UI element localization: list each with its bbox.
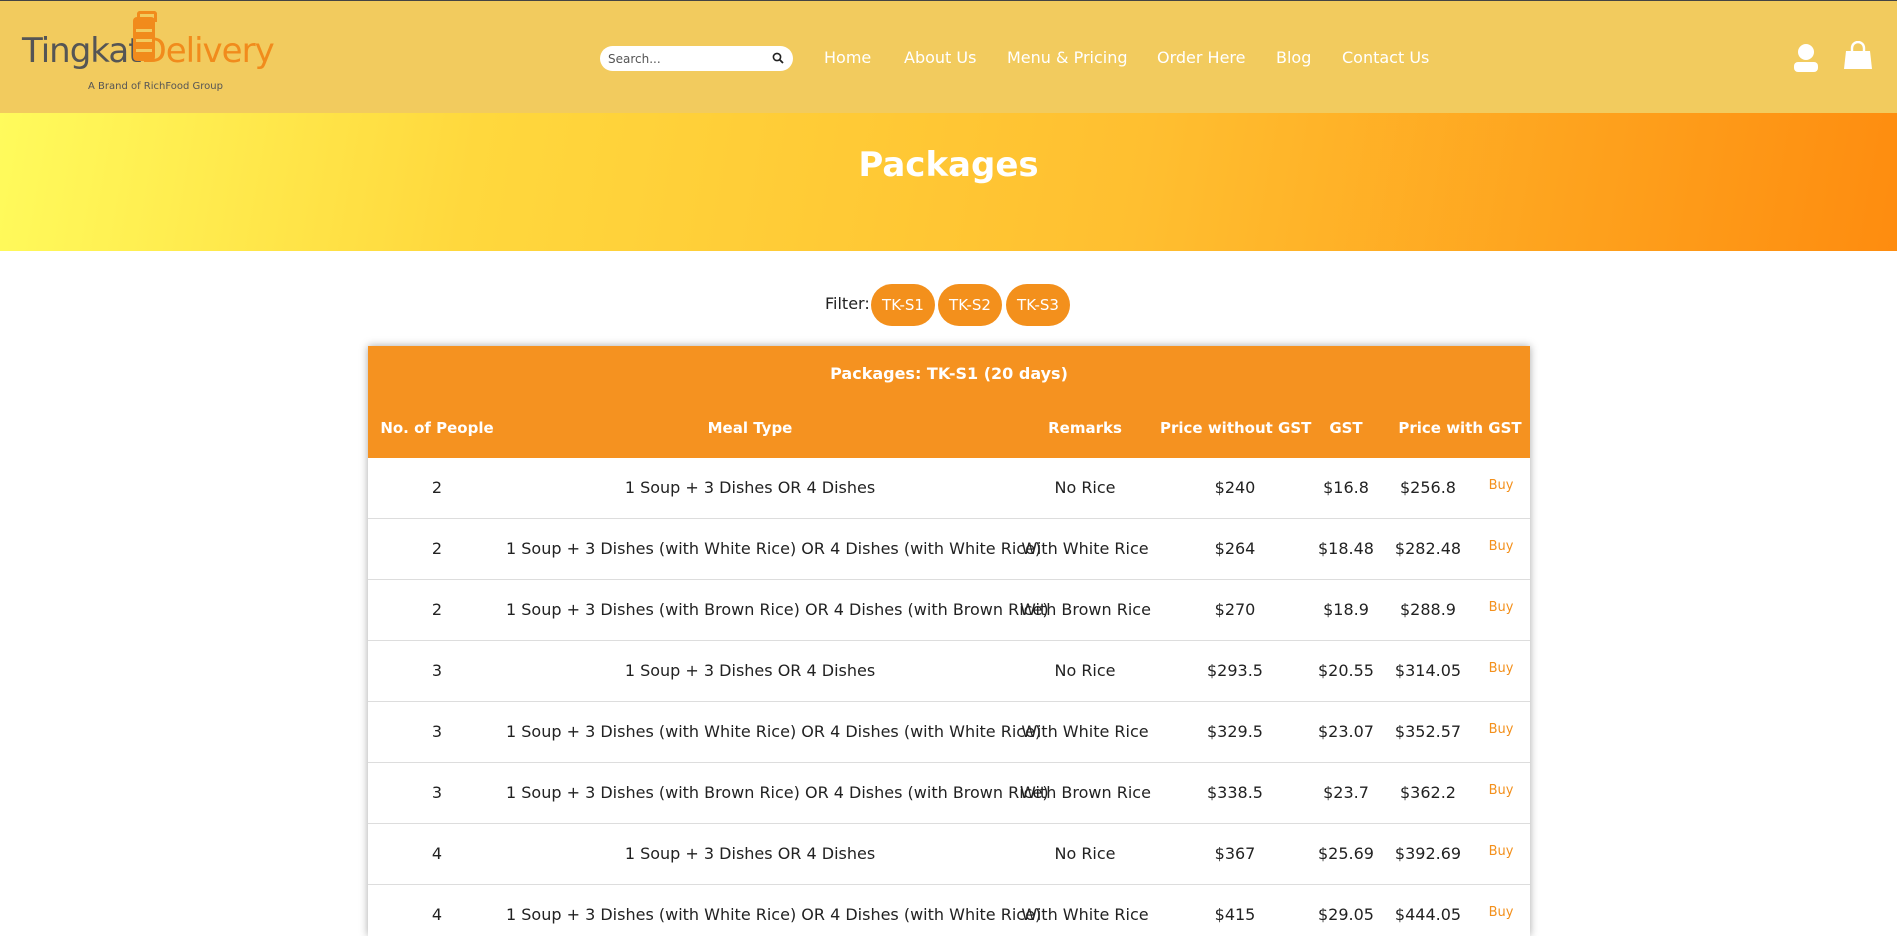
site-header: TingkatDelivery A Brand of RichFood Grou… (0, 0, 1897, 113)
logo[interactable]: TingkatDelivery A Brand of RichFood Grou… (22, 11, 282, 95)
user-account-icon[interactable] (1793, 43, 1819, 73)
cell-people: 2 (431, 600, 443, 619)
cell-price-without-gst: $338.5 (1207, 783, 1263, 802)
buy-link[interactable]: Buy (1476, 844, 1526, 859)
cell-meal-type: 1 Soup + 3 Dishes (with Brown Rice) OR 4… (506, 783, 1049, 802)
cell-price-with-gst: $314.05 (1394, 661, 1462, 680)
table-row: 3 1 Soup + 3 Dishes OR 4 Dishes No Rice $29… (368, 641, 1530, 702)
cell-remarks: No Rice (1054, 478, 1116, 497)
cell-remarks: With Brown Rice (1020, 783, 1151, 802)
nav-blog[interactable]: Blog (1276, 48, 1311, 67)
table-row: 2 1 Soup + 3 Dishes OR 4 Dishes No Rice $24… (368, 458, 1530, 519)
table-row: 4 1 Soup + 3 Dishes (with White Rice) OR … (368, 885, 1530, 936)
cell-meal-type: 1 Soup + 3 Dishes (with White Rice) OR 4… (506, 722, 1042, 741)
cell-price-with-gst: $444.05 (1394, 905, 1462, 924)
cell-people: 4 (431, 844, 443, 863)
buy-link[interactable]: Buy (1476, 722, 1526, 737)
cell-price-with-gst: $392.69 (1394, 844, 1462, 863)
table-row: 3 1 Soup + 3 Dishes (with Brown Rice) OR … (368, 763, 1530, 824)
logo-tagline: A Brand of RichFood Group (88, 81, 223, 92)
search-icon[interactable] (772, 52, 784, 64)
buy-link[interactable]: Buy (1476, 783, 1526, 798)
cell-meal-type: 1 Soup + 3 Dishes (with White Rice) OR 4… (506, 905, 1042, 924)
cell-people: 3 (431, 661, 443, 680)
filter-tk-s1-button[interactable]: TK-S1 (871, 284, 935, 326)
nav-contact-us[interactable]: Contact Us (1342, 48, 1429, 67)
buy-link[interactable]: Buy (1476, 600, 1526, 615)
cell-price-with-gst: $288.9 (1400, 600, 1456, 619)
column-header-people: No. of People (380, 419, 494, 437)
search-box (600, 46, 793, 71)
nav-home[interactable]: Home (824, 48, 871, 67)
cell-meal-type: 1 Soup + 3 Dishes (with White Rice) OR 4… (506, 539, 1042, 558)
table-row: 3 1 Soup + 3 Dishes (with White Rice) OR … (368, 702, 1530, 763)
cell-remarks: With Brown Rice (1020, 600, 1151, 619)
cell-price-without-gst: $367 (1214, 844, 1256, 863)
cell-remarks: With White Rice (1021, 539, 1149, 558)
buy-link[interactable]: Buy (1476, 661, 1526, 676)
table-row: 4 1 Soup + 3 Dishes OR 4 Dishes No Rice $36… (368, 824, 1530, 885)
cell-people: 3 (431, 722, 443, 741)
column-header-remarks: Remarks (1048, 419, 1122, 437)
page-banner: Packages (0, 113, 1897, 251)
cell-remarks: With White Rice (1021, 905, 1149, 924)
page-title: Packages (858, 145, 1039, 185)
cell-price-without-gst: $415 (1214, 905, 1256, 924)
cell-people: 2 (431, 539, 443, 558)
column-header-price-without-gst: Price without GST (1160, 419, 1312, 437)
cell-meal-type: 1 Soup + 3 Dishes (with Brown Rice) OR 4… (506, 600, 1049, 619)
cell-gst: $20.55 (1318, 661, 1374, 680)
cell-meal-type: 1 Soup + 3 Dishes OR 4 Dishes (624, 661, 876, 680)
cell-meal-type: 1 Soup + 3 Dishes OR 4 Dishes (624, 478, 876, 497)
column-header-price-with-gst: Price with GST (1398, 419, 1522, 437)
column-header-meal-type: Meal Type (707, 419, 793, 437)
tiffin-carrier-icon (133, 11, 157, 61)
cell-price-with-gst: $362.2 (1400, 783, 1456, 802)
cell-gst: $16.8 (1323, 478, 1369, 497)
cell-price-without-gst: $240 (1214, 478, 1256, 497)
buy-link[interactable]: Buy (1476, 905, 1526, 920)
cell-people: 4 (431, 905, 443, 924)
cell-gst: $23.7 (1323, 783, 1369, 802)
nav-about-us[interactable]: About Us (904, 48, 976, 67)
cell-remarks: No Rice (1054, 844, 1116, 863)
buy-link[interactable]: Buy (1476, 478, 1526, 493)
column-header-gst: GST (1329, 419, 1363, 437)
logo-part-2: Delivery (140, 31, 275, 71)
logo-part-1: Tingkat (22, 31, 142, 71)
cell-remarks: With White Rice (1021, 722, 1149, 741)
buy-link[interactable]: Buy (1476, 539, 1526, 554)
cell-price-without-gst: $264 (1214, 539, 1256, 558)
table-title: Packages: TK-S1 (20 days) (830, 364, 1068, 383)
packages-table: Packages: TK-S1 (20 days) No. of People … (368, 346, 1530, 936)
cell-price-with-gst: $352.57 (1394, 722, 1462, 741)
nav-order-here[interactable]: Order Here (1157, 48, 1246, 67)
cell-gst: $23.07 (1318, 722, 1374, 741)
search-input[interactable] (608, 49, 768, 68)
cell-remarks: No Rice (1054, 661, 1116, 680)
table-header: Packages: TK-S1 (20 days) No. of People … (368, 346, 1530, 458)
table-row: 2 1 Soup + 3 Dishes (with White Rice) OR … (368, 519, 1530, 580)
cell-gst: $18.9 (1323, 600, 1369, 619)
cell-price-with-gst: $256.8 (1400, 478, 1456, 497)
table-row: 2 1 Soup + 3 Dishes (with Brown Rice) OR … (368, 580, 1530, 641)
shopping-bag-icon[interactable] (1843, 41, 1873, 71)
cell-price-without-gst: $293.5 (1207, 661, 1263, 680)
cell-price-without-gst: $329.5 (1207, 722, 1263, 741)
cell-gst: $18.48 (1318, 539, 1374, 558)
cell-gst: $29.05 (1318, 905, 1374, 924)
nav-menu-pricing[interactable]: Menu & Pricing (1007, 48, 1128, 67)
cell-price-without-gst: $270 (1214, 600, 1256, 619)
cell-gst: $25.69 (1318, 844, 1374, 863)
cell-price-with-gst: $282.48 (1394, 539, 1462, 558)
cell-meal-type: 1 Soup + 3 Dishes OR 4 Dishes (624, 844, 876, 863)
filter-tk-s3-button[interactable]: TK-S3 (1006, 284, 1070, 326)
cell-people: 3 (431, 783, 443, 802)
cell-people: 2 (431, 478, 443, 497)
filter-label: Filter: (825, 294, 870, 313)
filter-tk-s2-button[interactable]: TK-S2 (938, 284, 1002, 326)
